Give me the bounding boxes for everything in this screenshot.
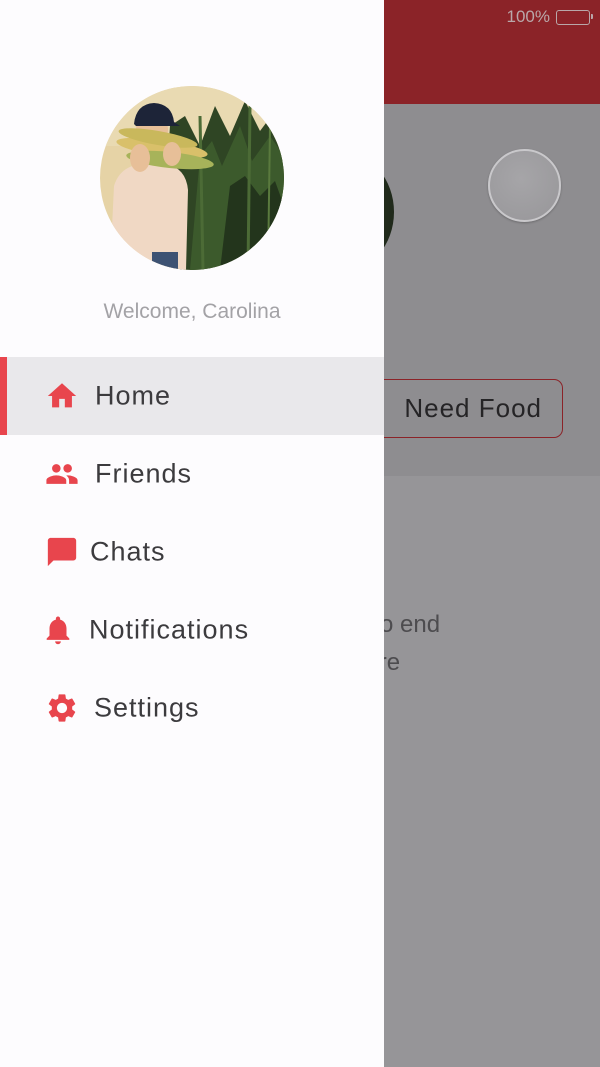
welcome-text: Welcome, Carolina: [103, 300, 281, 323]
battery-percent: 100%: [506, 7, 550, 26]
nav-item-home[interactable]: Home: [0, 357, 384, 435]
profile-photo: [100, 86, 284, 270]
nav-label-friends: Friends: [95, 458, 193, 489]
chat-bubble-icon: [44, 534, 80, 570]
nav-label-notifications: Notifications: [89, 614, 250, 645]
nav-label-settings: Settings: [94, 692, 200, 723]
nav-item-settings[interactable]: Settings: [0, 669, 384, 747]
nav-item-notifications[interactable]: Notifications: [0, 591, 384, 669]
round-toggle-button[interactable]: [488, 149, 561, 222]
bell-icon: [40, 612, 76, 648]
drawer-nav: Home Friends Chats Notifications Setting…: [0, 357, 384, 747]
gear-icon: [44, 690, 80, 726]
nav-label-chats: Chats: [90, 536, 166, 567]
active-indicator: [0, 357, 7, 435]
nav-item-friends[interactable]: Friends: [0, 435, 384, 513]
home-icon: [44, 378, 80, 414]
nav-label-home: Home: [95, 380, 172, 411]
status-bar-battery: 100%: [506, 7, 593, 27]
battery-icon: [556, 9, 593, 25]
side-drawer: Welcome, Carolina Home Friends Chats Not…: [0, 0, 384, 1067]
people-icon: [44, 456, 80, 492]
avatar[interactable]: [100, 86, 284, 270]
nav-item-chats[interactable]: Chats: [0, 513, 384, 591]
